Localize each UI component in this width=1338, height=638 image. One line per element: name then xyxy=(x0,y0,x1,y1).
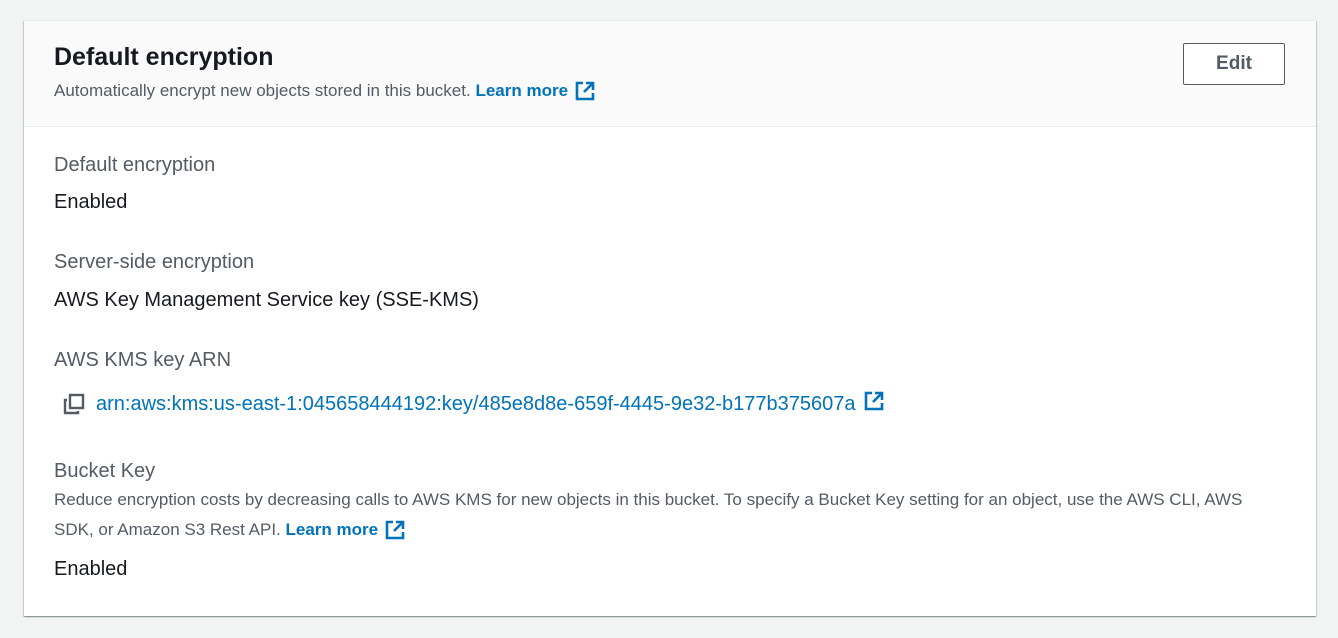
edit-button[interactable]: Edit xyxy=(1183,43,1285,85)
external-link-icon xyxy=(575,81,595,100)
bucket-key-value: Enabled xyxy=(54,558,128,580)
external-link-icon xyxy=(385,520,405,539)
kms-key-arn-row: arn:aws:kms:us-east-1:045658444192:key/4… xyxy=(52,390,885,418)
panel-header: Default encryption Automatically encrypt… xyxy=(24,21,1316,127)
default-encryption-panel: Default encryption Automatically encrypt… xyxy=(24,20,1316,616)
kms-key-arn-link[interactable]: arn:aws:kms:us-east-1:045658444192:key/4… xyxy=(96,390,855,418)
bucket-key-learn-more-label: Learn more xyxy=(285,520,379,539)
server-side-encryption-value: AWS Key Management Service key (SSE-KMS) xyxy=(54,289,479,311)
learn-more-link[interactable]: Learn more xyxy=(475,81,596,100)
bucket-key-description-text: Reduce encryption costs by decreasing ca… xyxy=(54,490,1243,539)
default-encryption-value: Enabled xyxy=(54,191,128,213)
default-encryption-field: Default encryption Enabled xyxy=(54,151,215,216)
bucket-key-label: Bucket Key xyxy=(54,460,156,482)
learn-more-label: Learn more xyxy=(475,81,569,100)
kms-key-arn-label: AWS KMS key ARN xyxy=(54,349,232,371)
server-side-encryption-label: Server-side encryption xyxy=(54,251,255,273)
default-encryption-label: Default encryption xyxy=(54,154,216,176)
panel-description: Automatically encrypt new objects stored… xyxy=(54,79,596,103)
external-link-icon[interactable] xyxy=(863,390,885,412)
bucket-key-learn-more-link[interactable]: Learn more xyxy=(286,520,407,539)
panel-description-text: Automatically encrypt new objects stored… xyxy=(54,81,471,100)
panel-title: Default encryption xyxy=(54,43,274,71)
bucket-key-field: Bucket Key Reduce encryption costs by de… xyxy=(54,457,1284,583)
server-side-encryption-field: Server-side encryption AWS Key Managemen… xyxy=(54,248,479,314)
copy-icon[interactable] xyxy=(62,392,86,416)
kms-key-arn-field: AWS KMS key ARN arn:aws:kms:us-east-1:04… xyxy=(54,346,885,418)
bucket-key-description: Reduce encryption costs by decreasing ca… xyxy=(54,485,1284,545)
